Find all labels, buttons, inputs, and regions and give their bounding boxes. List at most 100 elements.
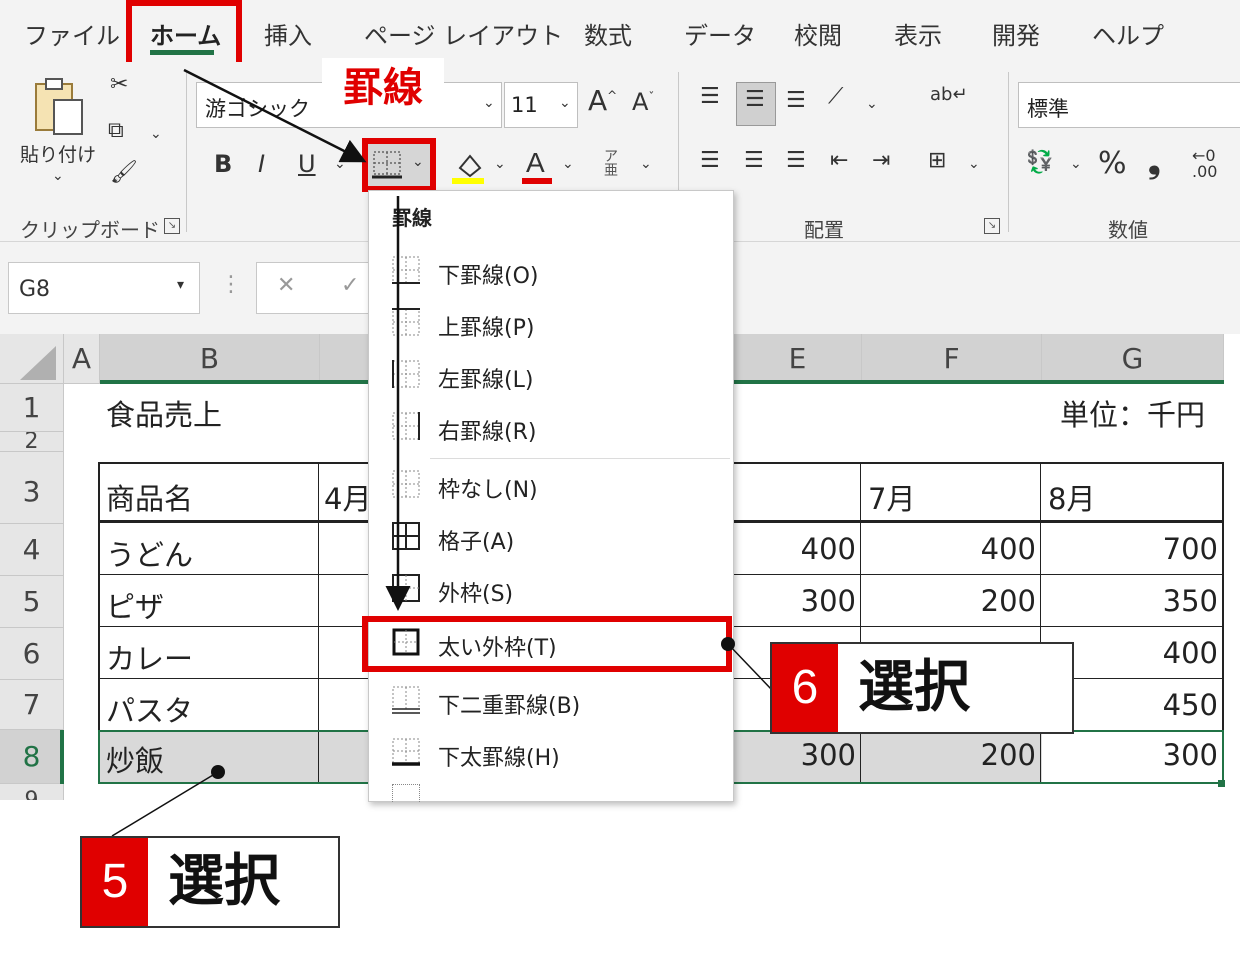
phonetic-guide-icon[interactable]: ア亜 xyxy=(604,150,624,178)
column-header-f[interactable]: F xyxy=(862,334,1042,384)
chevron-down-icon[interactable]: ⌄ xyxy=(1070,156,1082,172)
tab-insert[interactable]: 挿入 xyxy=(264,16,312,51)
menu-item-right-border[interactable]: 右罫線(R) xyxy=(370,402,732,454)
row-header-6[interactable]: 6 xyxy=(0,628,64,680)
paste-icon xyxy=(35,78,83,135)
menu-item-left-border[interactable]: 左罫線(L) xyxy=(370,350,732,402)
menu-item-thick-bottom-border[interactable]: 下太罫線(H) xyxy=(370,728,732,780)
value-g8[interactable]: 300 xyxy=(1042,738,1218,772)
currency-icon[interactable]: 💱 xyxy=(1026,150,1053,175)
wrap-text-icon[interactable]: ab↵ xyxy=(930,84,968,105)
tab-formulas[interactable]: 数式 xyxy=(584,16,632,51)
format-painter-icon[interactable]: 🖌 xyxy=(110,160,138,185)
menu-item-outside-borders[interactable]: 外枠(S) xyxy=(370,564,732,616)
comma-style-button[interactable]: ❟ xyxy=(1148,142,1161,181)
chevron-down-icon[interactable]: ⌄ xyxy=(562,156,574,172)
dialog-launcher-icon[interactable]: ↘ xyxy=(164,218,180,234)
tab-page-layout[interactable]: ページ レイアウト xyxy=(364,16,563,51)
chevron-down-icon[interactable]: ⌄ xyxy=(866,96,878,112)
chevron-down-icon[interactable]: ⌄ xyxy=(494,156,506,172)
clipboard-group-label: クリップボード xyxy=(20,218,160,242)
header-product-name[interactable]: 商品名 xyxy=(106,476,193,518)
underline-button[interactable]: U xyxy=(298,150,316,178)
copy-icon[interactable]: ⧉ xyxy=(108,118,124,143)
menu-item-no-border[interactable]: 枠なし(N) xyxy=(370,460,732,512)
value-f8[interactable]: 200 xyxy=(862,738,1036,772)
column-header-a[interactable]: A xyxy=(64,334,100,384)
chevron-down-icon[interactable]: ⌄ xyxy=(640,156,652,172)
value-g5[interactable]: 350 xyxy=(1042,584,1218,618)
header-july[interactable]: 7月 xyxy=(868,476,915,518)
cut-icon[interactable]: ✂ xyxy=(110,72,128,97)
chevron-down-icon[interactable]: ⌄ xyxy=(968,156,980,172)
column-header-c[interactable] xyxy=(320,334,370,384)
value-e8[interactable]: 300 xyxy=(734,738,856,772)
row-header-4[interactable]: 4 xyxy=(0,524,64,576)
cancel-icon[interactable]: ✕ xyxy=(277,273,295,298)
tab-data[interactable]: データ xyxy=(684,16,756,51)
row-header-2[interactable]: 2 xyxy=(0,432,64,452)
bottom-border-icon xyxy=(392,256,420,284)
row-header-3[interactable]: 3 xyxy=(0,452,64,524)
decrease-indent-icon[interactable]: ⇤ xyxy=(830,148,848,173)
name-box[interactable]: G8 ▾ xyxy=(8,262,200,314)
item-name[interactable]: 炒飯 xyxy=(106,738,164,780)
tab-help[interactable]: ヘルプ xyxy=(1092,16,1164,51)
menu-item-label: 格子(A) xyxy=(438,530,515,555)
value-f5[interactable]: 200 xyxy=(862,584,1036,618)
item-name[interactable]: カレー xyxy=(106,636,193,678)
decrease-font-icon[interactable]: Aˇ xyxy=(632,88,654,116)
tab-developer[interactable]: 開発 xyxy=(992,16,1040,51)
align-left-icon[interactable]: ☰ xyxy=(700,148,720,173)
row-header-1[interactable]: 1 xyxy=(0,384,64,432)
align-top-icon[interactable]: ☰ xyxy=(700,84,720,109)
number-format-combobox[interactable]: 標準 xyxy=(1018,82,1240,128)
tab-file[interactable]: ファイル xyxy=(24,16,120,51)
dialog-launcher-icon[interactable]: ↘ xyxy=(984,218,1000,234)
font-color-icon[interactable]: A xyxy=(520,144,556,186)
column-header-b[interactable]: B xyxy=(100,334,320,384)
chevron-down-icon[interactable]: ⌄ xyxy=(150,126,162,142)
menu-item-all-borders[interactable]: 格子(A) xyxy=(370,512,732,564)
fill-handle[interactable] xyxy=(1218,780,1225,787)
cell-g1-unit[interactable]: 単位：千円 xyxy=(1060,392,1205,434)
header-april[interactable]: 4月 xyxy=(324,476,371,518)
menu-item-bottom-double-border[interactable]: 下二重罫線(B) xyxy=(370,676,732,728)
column-header-e[interactable]: E xyxy=(734,334,862,384)
value-e5[interactable]: 300 xyxy=(734,584,856,618)
item-name[interactable]: うどん xyxy=(106,532,193,574)
font-size-combobox[interactable]: 11 ⌄ xyxy=(504,82,578,128)
text-orientation-icon[interactable]: ⟋ xyxy=(828,84,843,109)
enter-icon[interactable]: ✓ xyxy=(341,273,359,298)
italic-button[interactable]: I xyxy=(258,150,265,178)
column-header-g[interactable]: G xyxy=(1042,334,1224,384)
item-name[interactable]: パスタ xyxy=(106,688,193,730)
item-name[interactable]: ピザ xyxy=(106,584,164,626)
percent-button[interactable]: % xyxy=(1098,146,1127,181)
align-bottom-icon[interactable]: ☰ xyxy=(786,88,806,113)
row-header-5[interactable]: 5 xyxy=(0,576,64,628)
merge-center-icon[interactable]: ⊞ xyxy=(928,148,946,173)
menu-item-top-border[interactable]: 上罫線(P) xyxy=(370,298,732,350)
borders-button[interactable]: ⌄ xyxy=(362,138,436,192)
align-center-icon[interactable]: ☰ xyxy=(744,148,764,173)
cell-b1-title[interactable]: 食品売上 xyxy=(106,392,222,434)
increase-font-icon[interactable]: A^ xyxy=(588,84,617,117)
row-header-7[interactable]: 7 xyxy=(0,680,64,730)
value-g4[interactable]: 700 xyxy=(1042,532,1218,566)
menu-item-bottom-border[interactable]: 下罫線(O) xyxy=(370,246,732,298)
bold-button[interactable]: B xyxy=(214,150,232,178)
value-f4[interactable]: 400 xyxy=(862,532,1036,566)
header-august[interactable]: 8月 xyxy=(1048,476,1095,518)
tab-view[interactable]: 表示 xyxy=(894,16,942,51)
row-header-8[interactable]: 8 xyxy=(0,730,64,784)
chevron-down-icon[interactable]: ⌄ xyxy=(334,156,346,172)
increase-decimal-icon[interactable]: ←0.00 xyxy=(1192,148,1217,180)
tab-review[interactable]: 校閲 xyxy=(794,16,842,51)
increase-indent-icon[interactable]: ⇥ xyxy=(872,148,890,173)
align-right-icon[interactable]: ☰ xyxy=(786,148,806,173)
fill-color-icon[interactable] xyxy=(450,146,486,186)
align-middle-button[interactable]: ☰ xyxy=(736,82,776,126)
paste-button[interactable]: 貼り付け ⌄ xyxy=(16,72,100,192)
value-e4[interactable]: 400 xyxy=(734,532,856,566)
